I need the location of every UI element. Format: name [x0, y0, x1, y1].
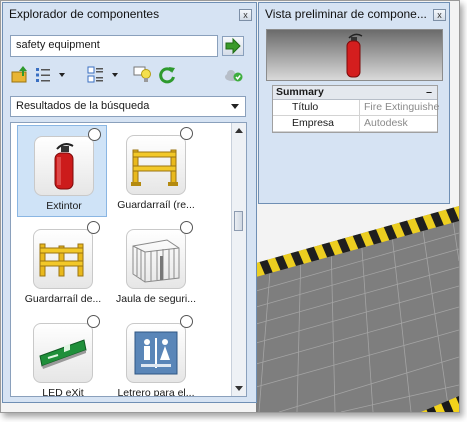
details-view-icon	[87, 66, 118, 83]
component-explorer-panel: Explorador de componentes x safety equip…	[2, 2, 257, 403]
guardrail-icon	[126, 135, 186, 195]
result-item-led-exit[interactable]: LED eXit	[17, 313, 107, 397]
restroom-sign-icon	[126, 323, 186, 383]
tips-button[interactable]	[133, 65, 153, 85]
online-status-button[interactable]	[223, 65, 245, 85]
up-folder-button[interactable]	[11, 65, 31, 85]
result-item-guardrail-2[interactable]: Guardarraíl de...	[17, 219, 107, 311]
property-value: Fire Extinguishe	[364, 101, 439, 113]
property-row-titulo: Título Fire Extinguishe	[273, 100, 439, 116]
result-label: Extintor	[46, 200, 82, 212]
search-go-button[interactable]	[222, 36, 244, 56]
property-value: Autodesk	[364, 117, 408, 129]
application-canvas: Explorador de componentes x safety equip…	[0, 0, 460, 413]
folder-up-icon	[11, 66, 27, 83]
view-mode-button[interactable]	[87, 65, 123, 85]
result-select-radio[interactable]	[88, 128, 101, 141]
properties-grid: Summary – Título Fire Extinguishe Empres…	[272, 85, 439, 133]
property-key: Empresa	[289, 116, 360, 131]
result-select-radio[interactable]	[180, 127, 193, 140]
list-view-icon	[36, 68, 65, 82]
summary-header-label: Summary	[276, 86, 324, 98]
scrollbar-thumb[interactable]	[234, 211, 243, 231]
result-item-extintor[interactable]: Extintor	[17, 125, 107, 217]
safety-cage-icon	[126, 229, 186, 289]
result-label: Jaula de seguri...	[116, 293, 196, 305]
result-item-restroom-sign[interactable]: Letrero para el...	[110, 313, 200, 397]
location-dropdown-value: Resultados de la búsqueda	[16, 100, 150, 112]
cloud-check-icon	[225, 70, 243, 82]
refresh-button[interactable]	[157, 65, 177, 85]
guardrail-icon	[33, 229, 93, 289]
result-select-radio[interactable]	[87, 315, 100, 328]
explorer-toolbar	[11, 65, 247, 85]
fire-extinguisher-icon	[346, 33, 363, 78]
preview-close-button[interactable]: x	[433, 9, 446, 21]
arrow-right-icon	[225, 37, 241, 55]
result-select-radio[interactable]	[87, 221, 100, 234]
explorer-close-button[interactable]: x	[239, 9, 252, 21]
component-preview-panel: Vista preliminar de compone... x Summary…	[258, 2, 450, 204]
component-preview-image	[266, 29, 443, 81]
search-results-list: Extintor Guardarraíl (re... Guardarraíl …	[10, 122, 247, 397]
list-view-button[interactable]	[35, 65, 69, 85]
scroll-down-icon[interactable]	[235, 386, 243, 391]
fire-extinguisher-icon	[34, 136, 94, 196]
exit-sign-icon	[33, 323, 93, 383]
property-key: Título	[289, 100, 360, 115]
chevron-down-icon	[231, 104, 239, 109]
summary-header[interactable]: Summary –	[273, 86, 437, 100]
refresh-icon	[159, 67, 175, 84]
scroll-up-icon[interactable]	[235, 128, 243, 133]
explorer-title: Explorador de componentes	[9, 7, 160, 21]
location-dropdown[interactable]: Resultados de la búsqueda	[10, 96, 246, 117]
property-row-empresa: Empresa Autodesk	[273, 116, 437, 132]
result-item-guardrail[interactable]: Guardarraíl (re...	[110, 125, 200, 217]
result-label: Letrero para el...	[117, 387, 195, 397]
result-select-radio[interactable]	[180, 221, 193, 234]
search-input[interactable]: safety equipment	[10, 35, 218, 57]
collapse-icon[interactable]: –	[426, 86, 432, 99]
result-item-safety-cage[interactable]: Jaula de seguri...	[110, 219, 200, 311]
lightbulb-icon	[133, 66, 151, 82]
result-label: Guardarraíl (re...	[117, 199, 195, 211]
result-select-radio[interactable]	[180, 315, 193, 328]
preview-title: Vista preliminar de compone...	[265, 7, 427, 21]
result-label: Guardarraíl de...	[24, 293, 102, 305]
results-scrollbar[interactable]	[231, 123, 246, 396]
result-label: LED eXit	[42, 387, 84, 397]
